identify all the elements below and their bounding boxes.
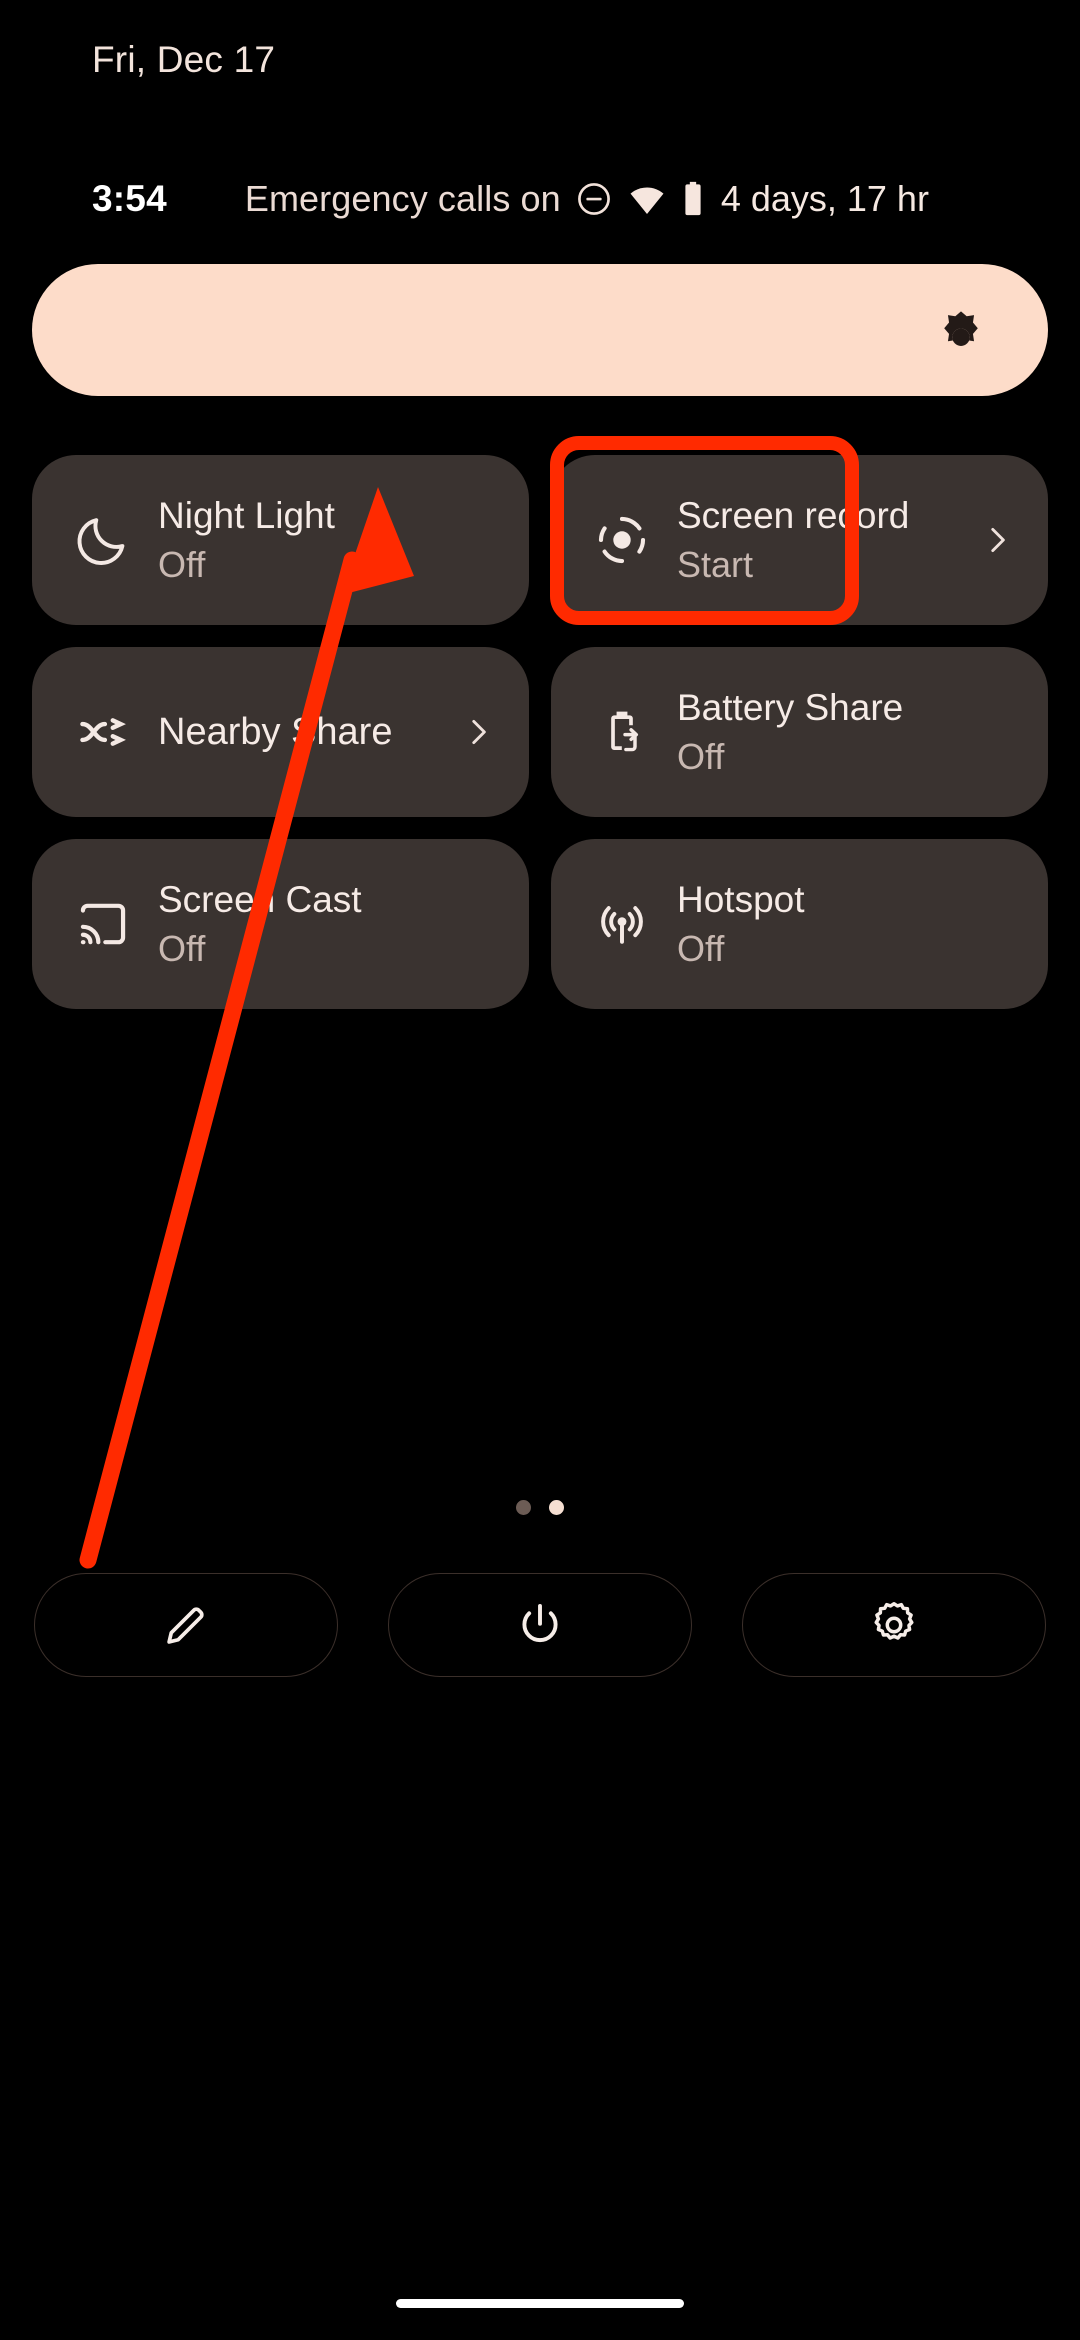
tile-title: Screen Cast: [158, 878, 362, 920]
tile-row: Night Light Off Screen record Start: [32, 455, 1048, 625]
cast-icon: [72, 896, 134, 952]
tile-screen-record[interactable]: Screen record Start: [551, 455, 1048, 625]
tile-battery-share[interactable]: Battery Share Off: [551, 647, 1048, 817]
tile-subtitle: Off: [158, 543, 206, 585]
status-icons-group: Emergency calls on 4 days, 17 hr: [245, 178, 929, 220]
page-dot-1[interactable]: [516, 1500, 531, 1515]
status-bar: 3:54 Emergency calls on 4 days, 17 hr: [0, 168, 1080, 230]
tile-subtitle: Off: [158, 927, 206, 969]
tile-hotspot[interactable]: Hotspot Off: [551, 839, 1048, 1009]
hotspot-icon: [591, 896, 653, 952]
moon-icon: [72, 512, 134, 568]
bottom-button-bar: [34, 1573, 1046, 1677]
date-row: Fri, Dec 17: [0, 0, 1080, 120]
settings-button[interactable]: [742, 1573, 1046, 1677]
battery-remaining-text: 4 days, 17 hr: [720, 178, 929, 219]
power-button[interactable]: [388, 1573, 692, 1677]
nearby-share-icon: [72, 704, 134, 760]
quick-settings-panel: Fri, Dec 17 3:54 Emergency calls on 4 da…: [0, 0, 1080, 2340]
tile-labels: Night Light Off: [158, 494, 529, 586]
tile-title: Hotspot: [677, 878, 805, 920]
gear-icon: [874, 1602, 914, 1640]
tile-night-light[interactable]: Night Light Off: [32, 455, 529, 625]
chevron-right-icon[interactable]: [461, 715, 495, 749]
tile-row: Nearby Share Battery Share Off: [32, 647, 1048, 817]
tile-labels: Hotspot Off: [677, 878, 1048, 970]
tile-subtitle: Off: [677, 927, 725, 969]
edit-tiles-button[interactable]: [34, 1573, 338, 1677]
tile-screen-cast[interactable]: Screen Cast Off: [32, 839, 529, 1009]
pencil-icon: [167, 1607, 204, 1644]
emergency-calls-text: Emergency calls on: [244, 178, 561, 219]
tile-labels: Battery Share Off: [677, 686, 1048, 778]
battery-share-icon: [591, 706, 653, 758]
date-text: Fri, Dec 17: [92, 39, 276, 80]
brightness-icon: [944, 311, 978, 346]
gesture-navigation-bar: [396, 2299, 684, 2308]
page-dot-2[interactable]: [549, 1500, 564, 1515]
tile-grid: Night Light Off Screen record Start Near…: [32, 455, 1048, 1031]
status-clock: 3:54: [92, 178, 167, 219]
chevron-right-icon[interactable]: [980, 523, 1014, 557]
wifi-icon: [630, 187, 664, 215]
tile-row: Screen Cast Off Hotspot Off: [32, 839, 1048, 1009]
tile-nearby-share[interactable]: Nearby Share: [32, 647, 529, 817]
dnd-icon: [577, 183, 610, 215]
tile-title: Battery Share: [677, 686, 904, 728]
page-indicator: [0, 1500, 1080, 1515]
battery-icon: [685, 181, 701, 216]
brightness-slider[interactable]: [32, 264, 1048, 396]
tile-labels: Screen Cast Off: [158, 878, 529, 970]
power-icon: [522, 1603, 558, 1642]
tile-subtitle: Off: [677, 735, 725, 777]
tile-title: Night Light: [158, 494, 335, 536]
screen-record-icon: [591, 511, 653, 569]
